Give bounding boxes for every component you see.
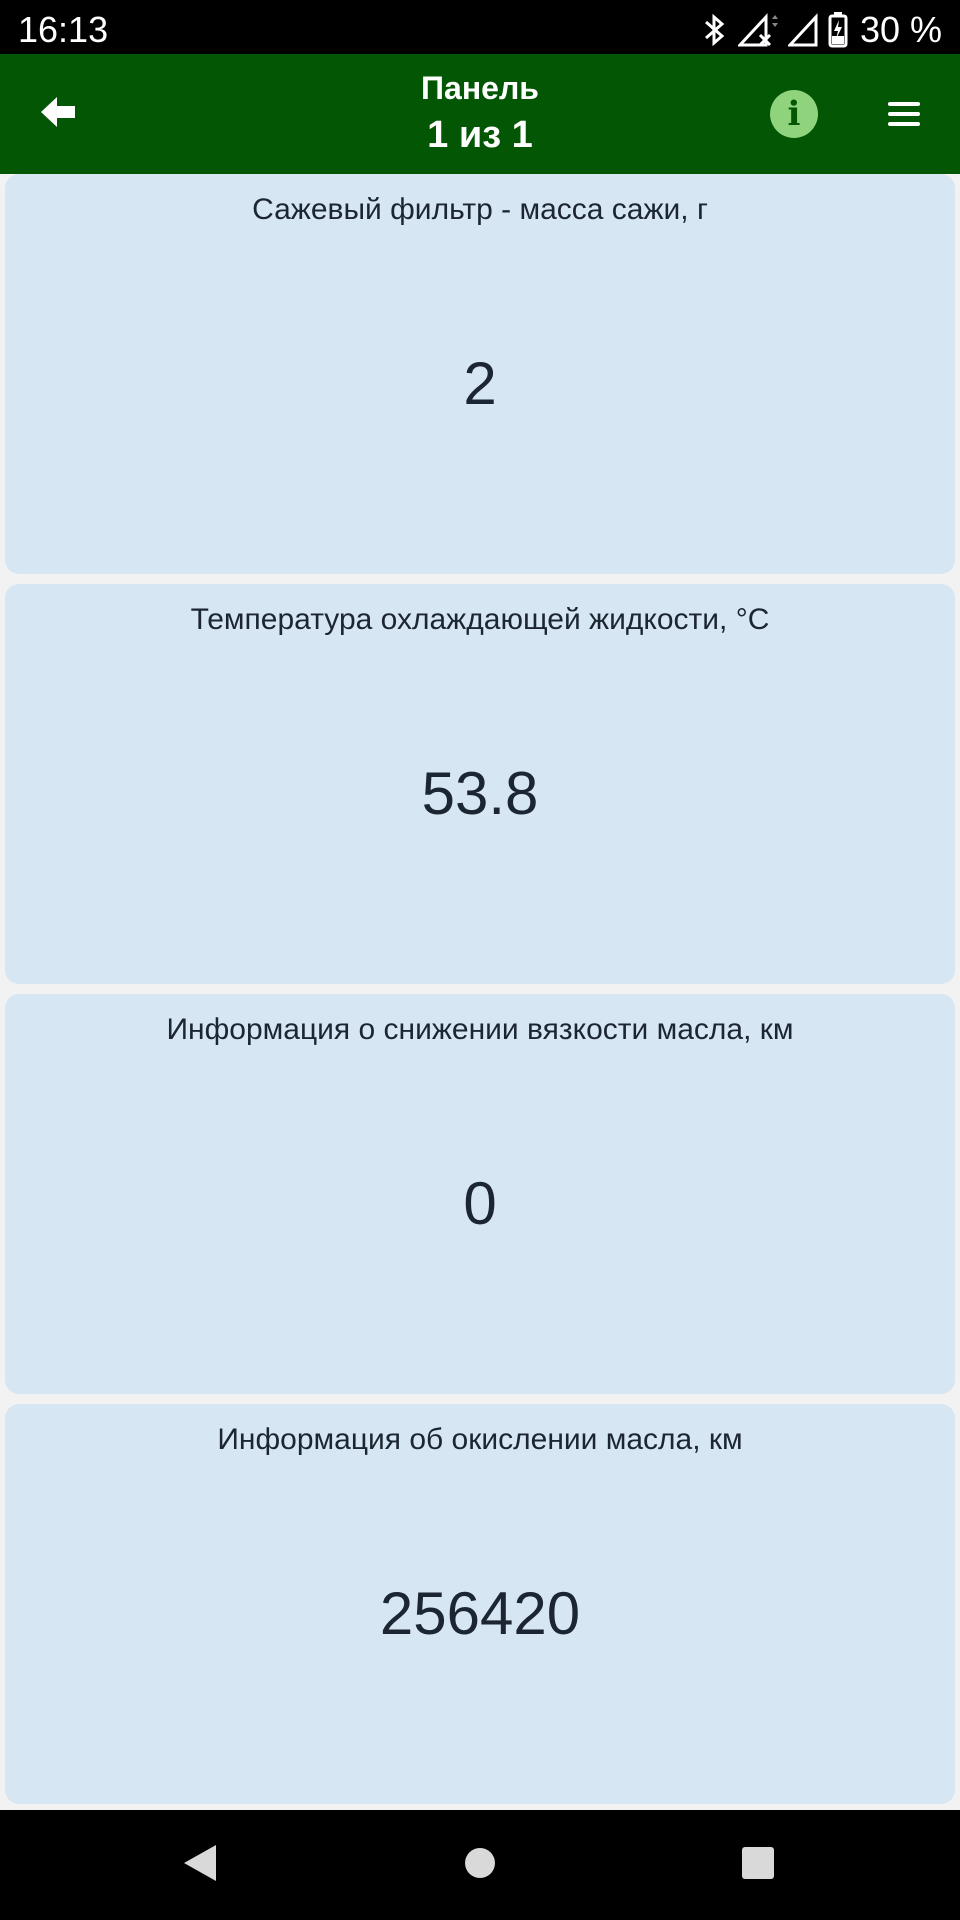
menu-icon[interactable]	[878, 94, 930, 134]
parameter-value: 256420	[379, 1580, 581, 1647]
bluetooth-icon	[702, 13, 728, 47]
info-icon[interactable]: i	[770, 90, 818, 138]
status-time: 16:13	[18, 9, 109, 50]
parameter-card-soot-mass[interactable]: Сажевый фильтр - масса сажи, г 2	[5, 174, 955, 574]
battery-icon	[828, 12, 848, 48]
back-arrow-icon	[41, 96, 75, 132]
parameter-label: Информация о снижении вязкости масла, км	[166, 1013, 794, 1046]
home-circle-icon	[463, 1846, 497, 1885]
system-nav-bar	[0, 1810, 960, 1920]
page-indicator: 1 из 1	[427, 114, 533, 156]
parameter-value: 0	[463, 1170, 497, 1237]
parameter-label: Сажевый фильтр - масса сажи, г	[252, 193, 708, 226]
nav-back-button[interactable]	[175, 1840, 225, 1890]
screen: 16:13 30 % Панель 1 из 1 i Сажевый фильт…	[0, 0, 960, 1920]
recents-square-icon	[741, 1846, 775, 1885]
parameter-card-coolant-temperature[interactable]: Температура охлаждающей жидкости, °C 53.…	[5, 584, 955, 984]
signal-icon	[787, 13, 818, 47]
status-icons: 30 %	[702, 10, 942, 50]
page-title: Панель	[421, 70, 539, 106]
parameter-card-oil-viscosity[interactable]: Информация о снижении вязкости масла, км…	[5, 994, 955, 1394]
parameter-label: Температура охлаждающей жидкости, °C	[190, 603, 770, 636]
signal-no-sim-icon	[737, 13, 778, 47]
nav-recents-button[interactable]	[733, 1840, 783, 1890]
battery-percent: 30 %	[859, 9, 942, 50]
back-button[interactable]	[28, 84, 88, 144]
back-triangle-icon	[182, 1843, 218, 1888]
nav-home-button[interactable]	[455, 1840, 505, 1890]
status-bar: 16:13 30 %	[0, 0, 960, 54]
app-bar: Панель 1 из 1 i	[0, 54, 960, 174]
title-block: Панель 1 из 1	[280, 66, 680, 160]
parameter-value: 2	[463, 350, 497, 417]
parameter-label: Информация об окислении масла, км	[217, 1423, 743, 1456]
parameter-value: 53.8	[421, 760, 539, 827]
parameter-card-oil-oxidation[interactable]: Информация об окислении масла, км 256420	[5, 1404, 955, 1804]
